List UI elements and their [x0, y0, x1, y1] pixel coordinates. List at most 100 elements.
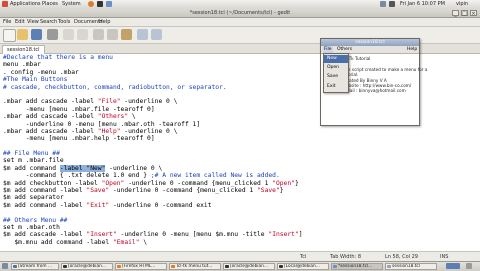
task-firefox[interactable]: [Firefox HTML...: [115, 263, 167, 270]
code-line[interactable]: [3, 209, 477, 216]
code-line[interactable]: ## Others Menu ##: [3, 217, 477, 224]
workspace-switcher-icon[interactable]: [446, 263, 460, 269]
save-icon[interactable]: [31, 29, 42, 40]
show-desktop-icon[interactable]: [2, 263, 8, 269]
code-token: menu .mbar: [3, 61, 41, 69]
tk-menu-item-exit[interactable]: Exit: [324, 83, 348, 91]
task-tutorial[interactable]: Tcl-tk menu tut...: [169, 263, 221, 270]
code-line[interactable]: $m.mnu add command -label "Email" \: [3, 239, 477, 246]
panel-clock[interactable]: Fri Jan 6 10:07 PM: [400, 1, 445, 8]
code-line[interactable]: -command { .txt delete 1.0 end } ;# A ne…: [3, 172, 477, 179]
redo-icon[interactable]: [77, 29, 88, 40]
copy-icon[interactable]: [107, 29, 118, 40]
code-token: \: [128, 113, 136, 121]
code-token: # cascade, checkbutton, command, radiobu…: [3, 83, 227, 91]
code-token: set m .mbar.file: [3, 157, 64, 165]
menu-edit[interactable]: Edit: [15, 18, 25, 26]
code-line[interactable]: -menu [menu .mbar.help -tearoff 0]: [3, 135, 477, 142]
code-line[interactable]: ## File Menu ##: [3, 150, 477, 157]
code-token: "Insert": [86, 231, 117, 239]
tk-menu-others[interactable]: Others: [337, 46, 352, 53]
code-token: $m add command: [3, 164, 60, 172]
code-token: -underline 0 -menu [menu $m.mnu -title: [116, 231, 269, 239]
code-token: "Open": [272, 179, 295, 187]
code-line[interactable]: $m add checkbutton -label "Open" -underl…: [3, 180, 477, 187]
code-token: -underline 0 \: [120, 127, 178, 135]
menu-applications[interactable]: Applications: [10, 1, 41, 8]
trash-icon[interactable]: [466, 263, 472, 269]
task-terminal-3[interactable]: [Local@debian...: [277, 263, 329, 270]
cut-icon[interactable]: [93, 29, 104, 40]
tk-menu-help[interactable]: Help: [407, 46, 417, 53]
tk-menu-item-save[interactable]: Save: [324, 73, 348, 81]
menu-search[interactable]: Search: [40, 18, 57, 26]
code-token: }: [294, 179, 299, 187]
tk-titlebar[interactable]: session18.tcl: [321, 39, 419, 46]
panel-user[interactable]: vipin: [456, 1, 468, 8]
code-line[interactable]: $m add command -label "New" -underline 0…: [3, 164, 477, 172]
find-icon[interactable]: [137, 29, 148, 40]
selected-text: -label "New": [59, 164, 106, 172]
menu-help[interactable]: Help: [99, 18, 110, 26]
undo-icon[interactable]: [63, 29, 74, 40]
menu-system[interactable]: System: [62, 1, 81, 8]
tab-session18[interactable]: session18.tcl: [2, 45, 45, 54]
task-terminal-2[interactable]: [oracle@debian...: [223, 263, 275, 270]
tk-menu-file[interactable]: File: [323, 46, 333, 53]
network-icon[interactable]: [380, 1, 386, 7]
minimize-icon[interactable]: _: [452, 10, 459, 17]
code-token: "Insert": [268, 231, 299, 239]
code-token: }: [279, 187, 284, 195]
close-icon[interactable]: ×: [470, 10, 477, 17]
paste-icon[interactable]: [121, 29, 132, 40]
volume-icon[interactable]: [389, 1, 395, 7]
code-line[interactable]: $m add separator: [3, 194, 477, 201]
tk-text-line: E-Mail : binnyva@hotmail.com: [342, 88, 406, 94]
task-gedit[interactable]: *session18.tcl...: [331, 263, 383, 270]
task-stream[interactable]: [Stream from ...: [11, 263, 59, 270]
gedit-titlebar[interactable]: *session18.tcl (~/Documents/tcl) - gedit…: [0, 9, 480, 18]
task-tk-window[interactable]: session18.tcl: [385, 263, 437, 270]
code-token: .mbar add cascade -label: [3, 127, 98, 135]
browser-launcher-icon[interactable]: [88, 1, 94, 7]
new-icon[interactable]: [3, 29, 16, 42]
code-token: #Declare that there is a menu: [3, 54, 113, 61]
code-token: "Save": [257, 187, 280, 195]
code-line[interactable]: $m add command -label "Exit" -underline …: [3, 202, 477, 209]
code-line[interactable]: [3, 143, 477, 150]
print-icon[interactable]: [47, 29, 58, 40]
status-tab-width[interactable]: Tab Width: 8: [330, 253, 361, 261]
code-token: -underline 0 \: [120, 98, 178, 106]
replace-icon[interactable]: [151, 29, 162, 40]
code-token: $m add checkbutton -label: [3, 179, 102, 187]
code-line[interactable]: set m .mbar.oth: [3, 224, 477, 231]
window-title: *session18.tcl (~/Documents/tcl) - gedit: [189, 10, 291, 16]
code-line[interactable]: $m add cascade -label "Insert" -underlin…: [3, 231, 477, 238]
tk-menu-item-new[interactable]: New: [324, 55, 348, 63]
tk-menu-item-open[interactable]: Open: [324, 64, 348, 72]
menu-file[interactable]: File: [3, 18, 11, 26]
code-token: $m add command -label: [3, 187, 87, 195]
menu-view[interactable]: View: [27, 18, 39, 26]
editor-launcher-icon[interactable]: [106, 1, 112, 7]
maximize-icon[interactable]: □: [461, 10, 468, 17]
status-language[interactable]: Tcl: [300, 253, 306, 261]
code-token: -underline 0 -command {menu_clicked 1: [124, 179, 273, 187]
code-token: "Open": [101, 179, 125, 187]
menu-tools[interactable]: Tools: [58, 18, 70, 26]
code-token: -underline 0 -command {menu_clicked 1: [109, 187, 258, 195]
open-icon[interactable]: [17, 29, 28, 40]
code-token: ]: [298, 231, 303, 239]
gedit-menubar: File Edit View Search Tools Documents He…: [0, 18, 480, 27]
menu-places[interactable]: Places: [42, 1, 58, 8]
code-line[interactable]: $m add command -label "Save" -underline …: [3, 187, 477, 194]
code-token: -menu [menu .mbar.file -tearoff 0]: [3, 105, 155, 113]
code-line[interactable]: set m .mbar.file: [3, 157, 477, 164]
terminal-launcher-icon[interactable]: [97, 1, 103, 7]
tk-text-area[interactable]: Tcl/Tk Tutorial This script created to ma…: [342, 56, 427, 94]
tk-file-dropdown: New Open Save Exit: [323, 53, 349, 93]
task-terminal-1[interactable]: [oracle@debian...: [61, 263, 113, 270]
code-line[interactable]: .mbar add cascade -label "Help" -underli…: [3, 128, 477, 135]
code-token: -menu [menu .mbar.help -tearoff 0]: [3, 135, 155, 143]
code-token: \: [139, 238, 148, 246]
